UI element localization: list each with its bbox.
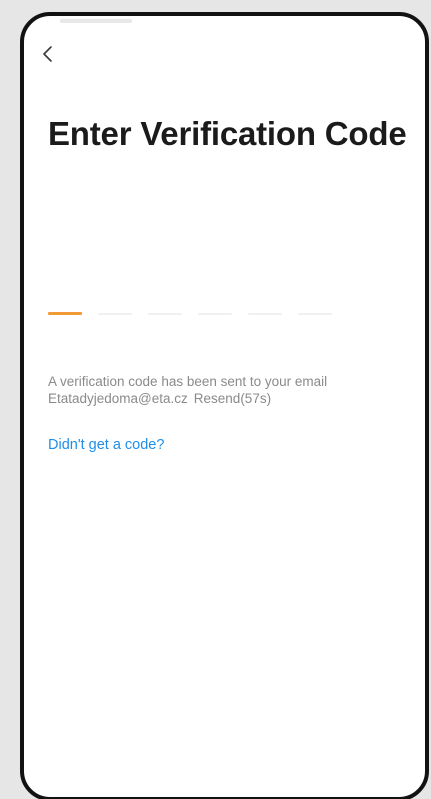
verification-hint-text: A verification code has been sent to you… (48, 374, 328, 389)
chevron-left-icon (41, 44, 55, 64)
resend-countdown[interactable]: Resend(57s) (194, 391, 271, 406)
back-button[interactable] (36, 40, 60, 68)
status-bar (60, 19, 132, 23)
page: Enter Verification Code A verification c… (0, 0, 431, 799)
didnt-get-code-link[interactable]: Didn't get a code? (48, 436, 164, 454)
code-digit-slot-3[interactable] (148, 313, 182, 315)
code-digit-slot-1[interactable] (48, 312, 82, 315)
code-digit-slot-6[interactable] (298, 313, 332, 315)
page-title: Enter Verification Code (48, 115, 407, 152)
phone-frame: Enter Verification Code A verification c… (20, 12, 429, 799)
verification-code-input[interactable] (48, 312, 348, 316)
email-address: Etatadyjedoma@eta.cz (48, 391, 188, 406)
code-digit-slot-5[interactable] (248, 313, 282, 315)
code-digit-slot-2[interactable] (98, 313, 132, 315)
code-digit-slot-4[interactable] (198, 313, 232, 315)
verification-email-line: Etatadyjedoma@eta.cz Resend(57s) (48, 390, 408, 407)
